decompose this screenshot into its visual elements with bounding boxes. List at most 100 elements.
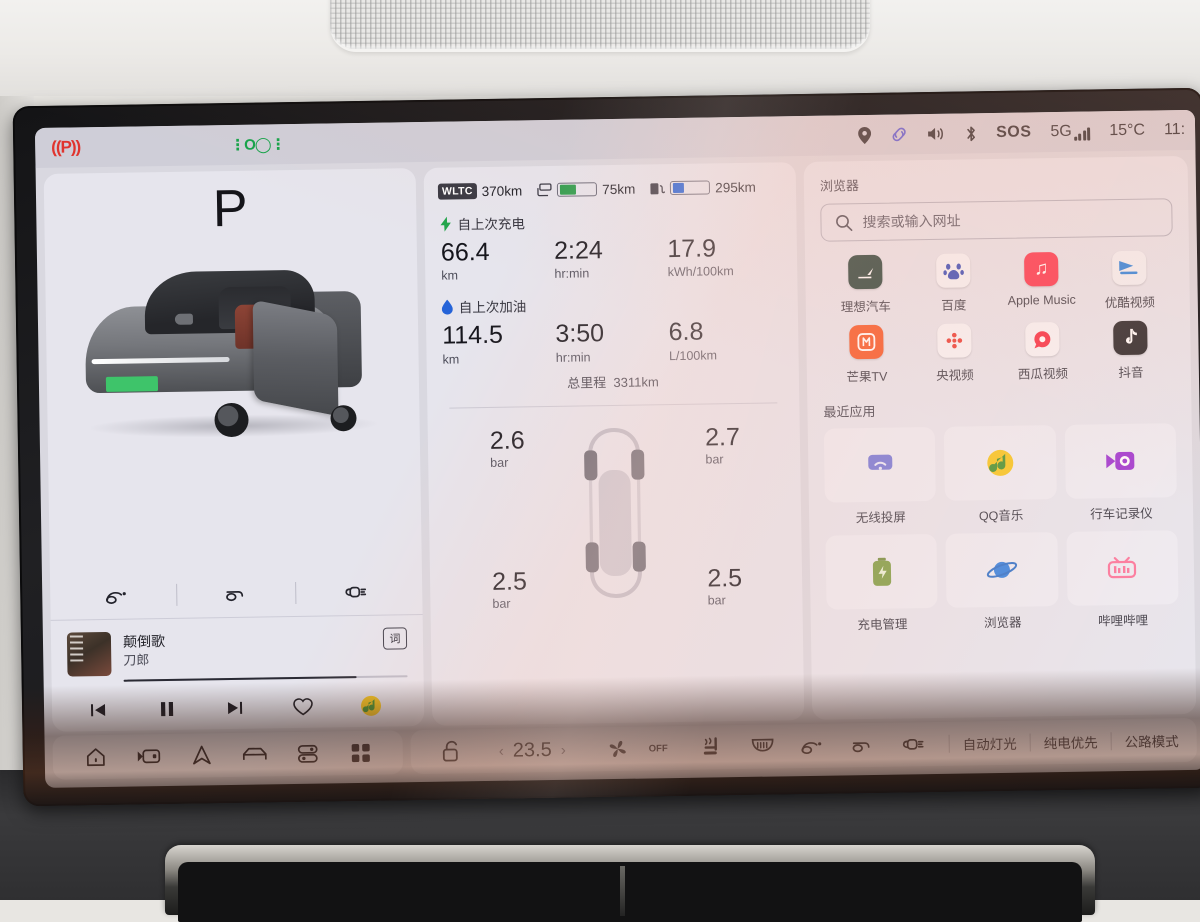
qq-music-icon xyxy=(984,447,1016,479)
since-last-charge-block: 自上次充电 66.4km 2:24hr:min 17.9kWh/100km xyxy=(424,194,797,283)
next-track-button[interactable] xyxy=(212,690,259,727)
recent-apps-title: 最近应用 xyxy=(823,396,1175,421)
app-label: 百度 xyxy=(941,294,966,313)
app-label: 优酷视频 xyxy=(1105,291,1155,311)
vehicle-illustration[interactable] xyxy=(66,250,399,445)
home-icon[interactable] xyxy=(72,739,119,776)
metric: 2:24hr:min xyxy=(554,234,668,281)
search-input[interactable]: 搜索或输入网址 xyxy=(820,198,1173,242)
battery-stack-icon xyxy=(536,183,552,197)
hood-release-icon[interactable] xyxy=(213,577,260,612)
fuel-pump-icon xyxy=(649,181,665,196)
app-label: Apple Music xyxy=(1008,293,1076,308)
tire-pressure-monitor[interactable]: 2.6bar 2.7bar 2.5bar 2.5bar xyxy=(427,409,802,630)
vehicle-panel: P xyxy=(44,168,425,732)
app-douyin[interactable]: 抖音 xyxy=(1086,320,1175,381)
metric-unit: kWh/100km xyxy=(668,264,781,280)
dashcam-icon[interactable] xyxy=(125,738,172,775)
infotainment-screen-bezel: ((P)) ⋮O◯⋮ SOS 5G xyxy=(13,88,1200,807)
tire-value: 2.7 xyxy=(705,422,740,453)
odometer-value: 3311km xyxy=(613,374,659,390)
rear-defrost-icon[interactable] xyxy=(739,728,786,765)
link-icon[interactable] xyxy=(890,126,908,142)
favorite-button[interactable] xyxy=(280,689,327,726)
app-baidu[interactable]: 百度 xyxy=(909,253,998,314)
trunk-release-icon[interactable] xyxy=(789,728,836,765)
tire-front-right: 2.7bar xyxy=(705,422,740,467)
recent-app-bilibili[interactable]: 哔哩哔哩 xyxy=(1066,530,1179,630)
metric-unit: km xyxy=(441,267,554,283)
metric: 66.4km xyxy=(441,236,555,283)
recent-app-label: 无线投屏 xyxy=(825,506,937,527)
bluetooth-icon[interactable] xyxy=(965,125,977,142)
navigation-icon[interactable] xyxy=(178,737,225,774)
app-apple-music[interactable]: ♫ Apple Music xyxy=(997,252,1086,313)
app-youku[interactable]: 优酷视频 xyxy=(1085,250,1174,311)
since-refuel-title: 自上次加油 xyxy=(459,296,527,317)
unlock-icon[interactable] xyxy=(429,733,476,770)
sos-button[interactable]: SOS xyxy=(996,123,1032,142)
droplet-icon xyxy=(442,299,453,314)
mode-auto-lights[interactable]: 自动灯光 xyxy=(963,733,1017,754)
metric: 114.5km xyxy=(442,319,556,366)
fan-icon[interactable] xyxy=(595,731,642,768)
vehicle-icon[interactable] xyxy=(231,736,278,773)
recent-app-label: QQ音乐 xyxy=(945,504,1057,525)
album-art[interactable] xyxy=(67,632,112,677)
battery-range-value: 75km xyxy=(602,181,635,197)
location-pin-icon[interactable] xyxy=(858,126,871,143)
lyrics-button[interactable]: 词 xyxy=(383,627,407,649)
app-li-auto[interactable]: 理想汽车 xyxy=(821,254,910,315)
mango-tv-icon xyxy=(849,325,884,360)
tire-value: 2.5 xyxy=(707,562,742,593)
apps-grid-icon[interactable] xyxy=(337,735,384,772)
mode-road[interactable]: 公路模式 xyxy=(1125,730,1179,751)
ceiling-speaker-grille xyxy=(330,0,870,52)
app-grid: 理想汽车 百度 ♫ Apple Music xyxy=(821,250,1175,386)
temp-increase-button[interactable]: › xyxy=(561,741,566,758)
charging-manager-icon xyxy=(865,556,897,588)
volume-icon[interactable] xyxy=(927,126,946,142)
app-cctv-video[interactable]: 央视频 xyxy=(910,323,999,384)
charge-port-icon[interactable] xyxy=(332,575,379,610)
recent-app-browser[interactable]: 浏览器 xyxy=(946,532,1059,632)
vehicle-quick-actions xyxy=(50,574,422,614)
recent-app-qq-music[interactable]: QQ音乐 xyxy=(944,425,1057,525)
vehicle-open-door xyxy=(253,300,339,417)
odometer-label: 总里程 xyxy=(567,375,606,391)
tire-value: 2.5 xyxy=(492,566,527,597)
tire-unit: bar xyxy=(708,592,743,607)
fan-state: OFF xyxy=(649,743,668,754)
seat-heat-icon[interactable] xyxy=(689,729,736,766)
action-divider xyxy=(176,584,177,606)
metric: 6.8L/100km xyxy=(668,316,782,363)
controls-icon[interactable] xyxy=(284,735,331,772)
temperature-control[interactable]: ‹ 23.5 › xyxy=(499,738,566,762)
charge-port-icon[interactable] xyxy=(889,726,936,763)
pause-button[interactable] xyxy=(144,691,191,728)
gear-indicator: P xyxy=(44,180,417,238)
mode-ev-priority[interactable]: 纯电优先 xyxy=(1044,731,1098,752)
hood-release-icon[interactable] xyxy=(839,727,886,764)
fuel-range: 295km xyxy=(649,179,756,196)
previous-track-button[interactable] xyxy=(76,692,123,729)
app-label: 西瓜视频 xyxy=(1018,363,1068,383)
recent-app-charging-manager[interactable]: 充电管理 xyxy=(825,534,938,634)
metric-value: 17.9 xyxy=(667,232,781,265)
qq-music-app-icon[interactable] xyxy=(348,687,395,724)
youku-icon xyxy=(1112,251,1147,286)
recent-app-wireless-cast[interactable]: 无线投屏 xyxy=(824,427,937,527)
apple-music-icon: ♫ xyxy=(1024,252,1059,287)
trunk-release-icon[interactable] xyxy=(94,578,141,613)
metric-unit: hr:min xyxy=(556,349,669,365)
media-controls xyxy=(68,677,409,728)
dashcam-icon xyxy=(1104,445,1136,477)
recent-app-label: 哔哩哔哩 xyxy=(1067,609,1179,630)
app-label: 央视频 xyxy=(936,364,974,384)
app-xigua-video[interactable]: 西瓜视频 xyxy=(998,322,1087,383)
temp-decrease-button[interactable]: ‹ xyxy=(499,742,504,759)
app-mango-tv[interactable]: 芒果TV xyxy=(822,324,911,385)
air-vent xyxy=(178,862,1082,922)
app-label: 芒果TV xyxy=(846,366,887,386)
recent-app-dashcam[interactable]: 行车记录仪 xyxy=(1064,423,1177,523)
